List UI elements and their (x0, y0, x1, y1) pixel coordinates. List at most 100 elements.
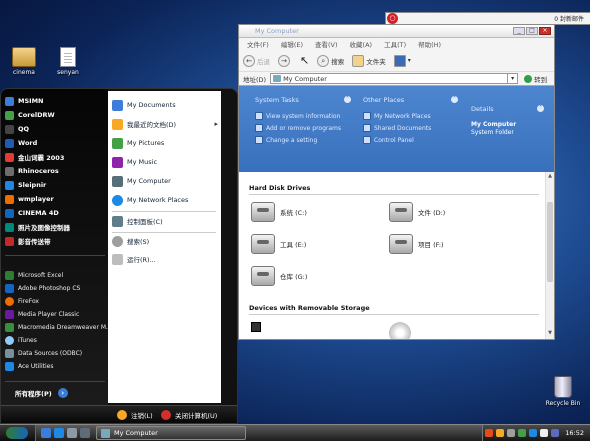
taskbar-button-my-computer[interactable]: My Computer (96, 426, 246, 440)
address-value: My Computer (283, 74, 327, 83)
collapse-chevron-icon[interactable]: ˄ (451, 96, 458, 103)
address-input[interactable]: My Computer ▾ (270, 73, 519, 84)
recent-program-firefox[interactable]: FireFox (5, 295, 39, 307)
scrollbar-thumb[interactable] (547, 202, 553, 282)
desktop-icon-recycle-bin[interactable]: Recycle Bin (543, 376, 583, 407)
recent-program-photoshop[interactable]: Adobe Photoshop CS (5, 282, 80, 294)
maximize-button[interactable]: □ (526, 27, 538, 35)
recent-program-itunes[interactable]: iTunes (5, 334, 37, 346)
pinned-program-word[interactable]: Word (5, 137, 37, 149)
place-my-documents[interactable]: My Documents (112, 97, 220, 113)
system-run[interactable]: 运行(R)... (112, 251, 220, 267)
forward-arrow-icon: → (278, 54, 290, 67)
recent-program-ace-utilities[interactable]: Ace Utilities (5, 360, 53, 372)
recent-program-media-player-classic[interactable]: Media Player Classic (5, 308, 79, 320)
address-label: 地址(D) (243, 75, 267, 84)
pinned-program-photo-controller[interactable]: 照片及图像控制器 (5, 221, 70, 233)
system-control-panel[interactable]: 控制面板(C) (112, 213, 220, 229)
details-title[interactable]: Details (471, 105, 494, 113)
back-button[interactable]: ← 后退 (243, 54, 270, 67)
explorer-icon[interactable] (80, 428, 90, 438)
computer-icon (112, 175, 123, 187)
address-bar: 地址(D) My Computer ▾ 转到 (239, 72, 554, 86)
drive-f[interactable]: 项目 (F:) (389, 234, 444, 254)
recent-program-odbc[interactable]: Data Sources (ODBC) (5, 347, 82, 359)
system-tasks-title[interactable]: System Tasks (255, 96, 299, 104)
vertical-scrollbar[interactable]: ▲ ▼ (545, 172, 554, 339)
chevron-down-icon[interactable]: ▾ (507, 74, 517, 83)
pinned-program-wmplayer[interactable]: wmplayer (5, 193, 54, 205)
menu-separator (5, 381, 105, 382)
up-button[interactable]: ↖ (300, 54, 309, 67)
drive-e[interactable]: 工具 (E:) (251, 234, 306, 254)
system-search[interactable]: 搜索(S) (112, 233, 220, 249)
tray-app-icon[interactable] (518, 429, 527, 437)
pinned-program-qq[interactable]: QQ (5, 123, 29, 135)
desktop-icon-senyan[interactable]: senyan (48, 47, 88, 76)
drive-g[interactable]: 仓库 (G:) (251, 266, 307, 286)
scroll-down-icon[interactable]: ▼ (546, 330, 554, 338)
pinned-program-media-transfer[interactable]: 影音传送带 (5, 235, 51, 247)
tray-app-icon[interactable] (529, 429, 538, 437)
close-button[interactable]: × (539, 27, 551, 35)
msimn-icon (5, 96, 14, 106)
window-titlebar[interactable]: My Computer _ □ × (239, 25, 554, 38)
control-panel-icon (112, 215, 123, 227)
task-add-remove-programs[interactable]: Add or remove programs (255, 124, 341, 132)
task-change-setting[interactable]: Change a setting (255, 136, 317, 144)
collapse-chevron-icon[interactable]: ˄ (537, 105, 544, 112)
menu-edit[interactable]: 编辑(E) (281, 39, 303, 49)
place-my-music[interactable]: My Music (112, 154, 220, 170)
other-places-title[interactable]: Other Places (363, 96, 404, 104)
place-my-network-places[interactable]: My Network Places (112, 192, 220, 208)
search-button[interactable]: ⌕ 搜索 (317, 54, 344, 67)
menu-help[interactable]: 帮助(H) (418, 39, 441, 49)
minimize-button[interactable]: _ (513, 27, 525, 35)
show-desktop-icon[interactable] (41, 428, 51, 438)
pinned-program-rhinoceros[interactable]: Rhinoceros (5, 165, 59, 177)
folders-button[interactable]: 文件夹 (352, 54, 386, 67)
menu-separator (5, 255, 105, 256)
all-programs-button[interactable]: 所有程序(P) › (15, 388, 68, 398)
menu-tools[interactable]: 工具(T) (384, 39, 406, 49)
desktop-icon-cinema[interactable]: cinema (4, 47, 44, 76)
place-my-computer[interactable]: My Computer (112, 173, 220, 189)
pinned-program-msimn[interactable]: MSIMN (5, 95, 43, 107)
recent-program-dreamweaver[interactable]: Macromedia Dreamweaver M... (5, 321, 112, 333)
menu-file[interactable]: 文件(F) (247, 39, 269, 49)
pinned-program-kingsoft-dict[interactable]: 金山词霸 2003 (5, 151, 64, 163)
network-icon[interactable] (551, 429, 560, 437)
recent-program-excel[interactable]: Microsoft Excel (5, 269, 63, 281)
place-control-panel[interactable]: Control Panel (363, 136, 414, 144)
pinned-program-sleipnir[interactable]: Sleipnir (5, 179, 46, 191)
go-button[interactable]: 转到 (524, 74, 547, 84)
forward-button[interactable]: → (278, 54, 292, 67)
place-my-pictures[interactable]: My Pictures (112, 135, 220, 151)
pinned-program-coreldrw[interactable]: CorelDRW (5, 109, 55, 121)
floppy-drive-icon[interactable] (251, 322, 261, 332)
menu-view[interactable]: 查看(V) (315, 39, 338, 49)
drive-d[interactable]: 文件 (D:) (389, 202, 445, 222)
views-button[interactable]: ▾ (393, 54, 411, 67)
place-shared-documents[interactable]: Shared Documents (363, 124, 431, 132)
logoff-button[interactable]: 注销(L) (117, 410, 153, 420)
tray-app-icon[interactable] (485, 429, 494, 437)
tray-app-icon[interactable] (496, 429, 505, 437)
menu-favorites[interactable]: 收藏(A) (350, 39, 373, 49)
tray-app-icon[interactable] (507, 429, 516, 437)
media-icon[interactable] (67, 428, 77, 438)
place-my-network-places[interactable]: My Network Places (363, 112, 431, 120)
task-view-system-information[interactable]: View system information (255, 112, 340, 120)
scroll-up-icon[interactable]: ▲ (546, 173, 554, 181)
my-computer-window[interactable]: My Computer _ □ × 文件(F) 编辑(E) 查看(V) 收藏(A… (238, 24, 555, 340)
collapse-chevron-icon[interactable]: ˄ (344, 96, 351, 103)
pinned-program-cinema4d[interactable]: CINEMA 4D (5, 207, 59, 219)
place-recent-documents[interactable]: 我最近的文档(D) ▸ (112, 116, 220, 132)
browser-icon[interactable] (54, 428, 64, 438)
clock[interactable]: 16:52 (565, 429, 584, 437)
cd-drive-icon[interactable] (389, 322, 411, 339)
drive-c[interactable]: 系统 (C:) (251, 202, 307, 222)
volume-icon[interactable] (540, 429, 549, 437)
shutdown-button[interactable]: 关闭计算机(U) (161, 410, 217, 420)
start-button[interactable] (0, 425, 36, 441)
